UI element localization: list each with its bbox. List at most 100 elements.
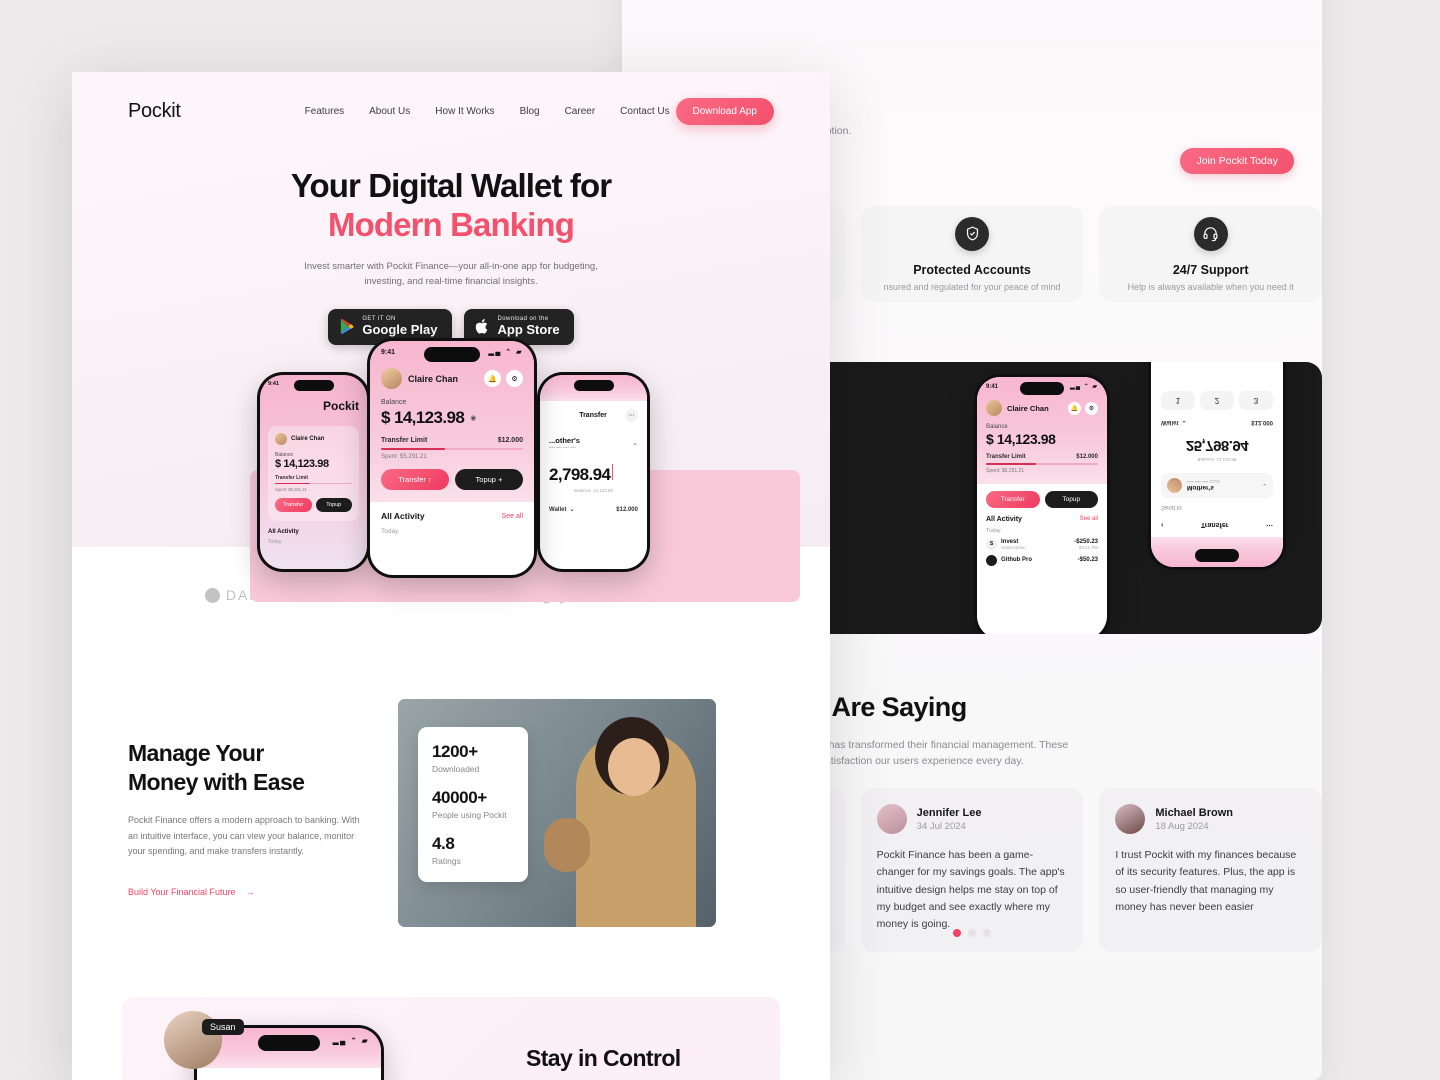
activity-title: All Activity: [986, 515, 1022, 523]
stats-card: 1200+ Downloaded 40000+ People using Poc…: [418, 727, 528, 882]
foreground-page: Pockit Features About Us How It Works Bl…: [72, 72, 830, 1080]
phone-notch: [424, 347, 480, 362]
transfer-button[interactable]: Transfer: [275, 498, 312, 513]
transaction-sub: Subscription: [1001, 544, 1026, 550]
balance-label: Balance: [986, 424, 1008, 430]
today-label: Today: [381, 528, 399, 535]
today-label: Today: [986, 527, 1001, 534]
recipient-row[interactable]: Mother's •••• •••• •••• 0123 ⌄: [1161, 473, 1273, 498]
build-financial-future-link[interactable]: Build Your Financial Future →: [128, 887, 255, 897]
manage-heading-line1: Manage Your: [128, 740, 264, 766]
transaction-row[interactable]: Github Pro -$50.23: [986, 554, 1098, 566]
hero-heading: Your Digital Wallet for Modern Banking: [72, 167, 830, 245]
nav-item-about-us[interactable]: About Us: [369, 106, 410, 117]
chevron-down-icon[interactable]: ⌄: [1262, 482, 1267, 489]
phone-notch: [258, 1035, 320, 1051]
hero-phone-center: 9:41 ▂▄ ⌃ ▰ Claire Chan 🔔 ⚙ Balance $ 14…: [367, 338, 537, 578]
topup-button[interactable]: Topup: [1044, 490, 1098, 508]
send-to-label: Send to: [1161, 504, 1182, 510]
more-icon[interactable]: ⋯: [625, 409, 638, 422]
arrow-right-icon: →: [245, 887, 255, 898]
see-all-link[interactable]: See all: [1080, 516, 1098, 522]
nav-item-contact-us[interactable]: Contact Us: [620, 106, 669, 117]
carousel-dot-active[interactable]: [953, 929, 961, 937]
app-title: Pockit: [322, 399, 359, 413]
transaction-icon: S: [986, 538, 997, 550]
testimonial-name: Michael Brown: [1155, 807, 1233, 820]
hero-section: Pockit Features About Us How It Works Bl…: [72, 72, 830, 602]
back-icon[interactable]: ‹: [1161, 522, 1163, 529]
phone-notch: [293, 380, 334, 391]
eye-icon[interactable]: ◉: [470, 414, 476, 422]
download-app-button[interactable]: Download App: [675, 97, 774, 125]
spent-value: Spent: $5,291.21: [381, 454, 427, 460]
navbar: Pockit Features About Us How It Works Bl…: [72, 72, 830, 134]
transaction-name: Github Pro: [1001, 557, 1032, 564]
balance-amount: $ 14,123.98: [381, 408, 465, 427]
carousel-dot[interactable]: [968, 929, 976, 937]
more-icon[interactable]: ⋯: [1266, 521, 1273, 529]
nav-item-features[interactable]: Features: [305, 106, 344, 117]
manage-paragraph: Pockit Finance offers a modern approach …: [128, 814, 360, 857]
avatar: [381, 368, 402, 389]
status-time: 9:41: [381, 348, 396, 356]
manage-section: Manage Your Money with Ease Pockit Finan…: [72, 643, 830, 927]
testimonial-date: 34 Jul 2024: [916, 820, 966, 832]
limit-label: Transfer Limit: [275, 475, 309, 481]
activity-title: All Activity: [381, 511, 425, 521]
chevron-down-icon[interactable]: ⌄: [1181, 419, 1186, 426]
user-name: Claire Chan: [1007, 403, 1049, 413]
manage-photo-card: 1200+ Downloaded 40000+ People using Poc…: [398, 699, 716, 927]
balance-note: Balance: 14,123.98: [1197, 457, 1237, 462]
nav-item-blog[interactable]: Blog: [520, 106, 540, 117]
status-icons: ▂▄ ⌃ ▰: [332, 1036, 369, 1045]
background-top-strip: 1 2 3 See all your transactions at a gla…: [622, 0, 1322, 40]
recipient-name: ...other's: [549, 436, 580, 445]
transfer-button[interactable]: Transfer ↑: [381, 469, 449, 490]
trust-card[interactable]: Protected Accounts nsured and regulated …: [860, 206, 1084, 302]
phone-notch: [573, 380, 614, 391]
tag-susan: Susan: [202, 1019, 244, 1035]
phone-notch: [1020, 382, 1064, 395]
hero-heading-line1: Your Digital Wallet for: [290, 167, 612, 204]
stat-number: 40000+: [432, 788, 487, 807]
card-mask: •••• •••• •••• 0123: [1187, 479, 1220, 485]
transfer-button[interactable]: Transfer: [986, 490, 1040, 508]
carousel-dot[interactable]: [983, 929, 991, 937]
nav-item-career[interactable]: Career: [565, 106, 596, 117]
bell-icon[interactable]: 🔔: [1068, 401, 1081, 415]
activity-title: All Activity: [268, 529, 299, 536]
transaction-amount: -$250.23: [1074, 538, 1098, 545]
hero-phone-right: Transfer ⋯ ...other's •••• •••• •••• •••…: [537, 372, 650, 572]
join-pockit-button[interactable]: Join Pockit Today: [1180, 148, 1294, 174]
trust-card-desc: Help is always available when you need i…: [1127, 281, 1294, 292]
wallet-limit: $12.000: [1251, 419, 1273, 426]
today-label: Today: [268, 539, 282, 546]
topup-button[interactable]: Topup +: [455, 469, 523, 490]
trust-card-title: Protected Accounts: [913, 262, 1031, 277]
phone-notch: [1195, 549, 1239, 562]
testimonial-card[interactable]: Jennifer Lee 34 Jul 2024 Pockit Finance …: [860, 788, 1084, 952]
keypad-key[interactable]: 1: [1161, 391, 1195, 410]
gear-icon[interactable]: ⚙: [506, 370, 523, 387]
nav-item-how-it-works[interactable]: How It Works: [435, 106, 494, 117]
keypad-key[interactable]: 2: [1200, 391, 1234, 410]
trust-card[interactable]: 24/7 Support Help is always available wh…: [1099, 206, 1322, 302]
bell-icon[interactable]: 🔔: [484, 370, 501, 387]
chevron-down-icon[interactable]: ⌄: [632, 439, 638, 447]
logo[interactable]: Pockit: [128, 100, 181, 123]
stat-number: 1200+: [432, 742, 478, 761]
topup-button[interactable]: Topup: [315, 498, 352, 513]
see-all-link[interactable]: See all: [502, 513, 523, 520]
gear-icon[interactable]: ⚙: [1085, 401, 1098, 415]
transfer-amount: 2,798.94: [549, 465, 611, 484]
stat-number: 4.8: [432, 834, 455, 853]
keypad-key[interactable]: 3: [1239, 391, 1273, 410]
stat-label: Ratings: [432, 856, 461, 866]
transfer-title: Transfer: [579, 412, 607, 419]
testimonial-card[interactable]: Michael Brown 18 Aug 2024 I trust Pockit…: [1099, 788, 1322, 952]
status-icons: ▂▄ ⌃ ▰: [488, 349, 523, 356]
avatar: [1115, 804, 1146, 834]
chevron-down-icon[interactable]: ⌄: [569, 506, 574, 513]
transaction-row[interactable]: S Invest Subscription -$250.23 09:21 PM: [986, 538, 1098, 550]
